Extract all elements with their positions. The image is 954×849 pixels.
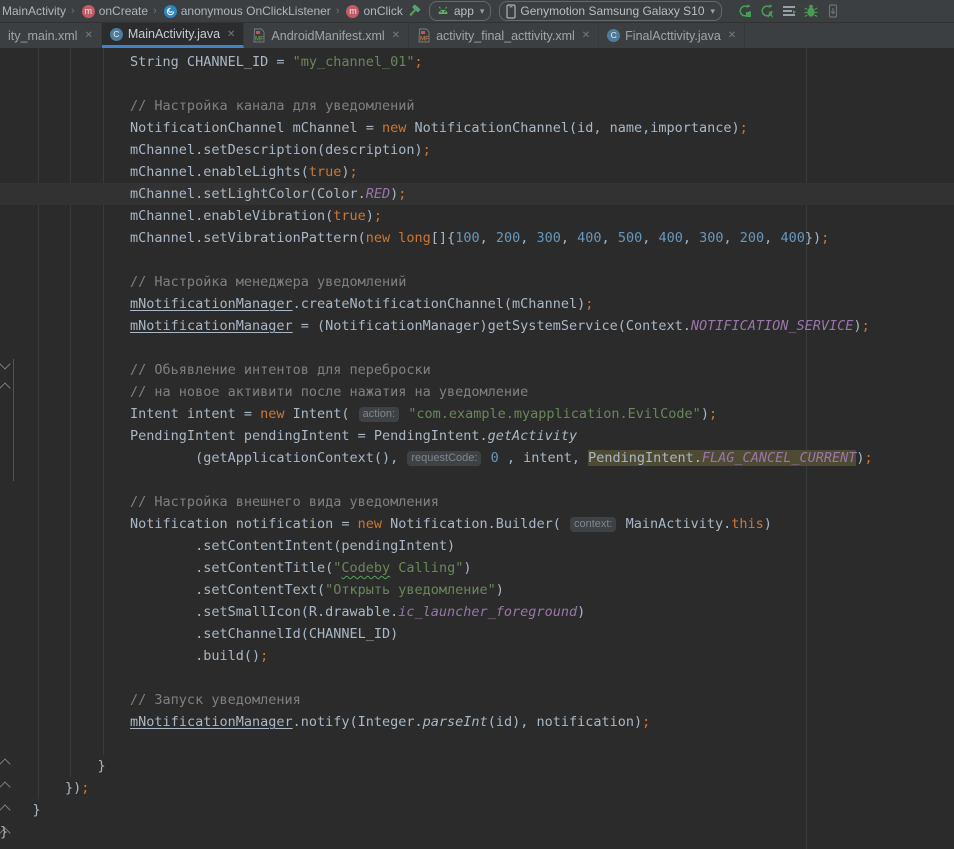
code-line[interactable]: // Настройка менеджера уведомлений [0, 271, 954, 293]
code-line[interactable]: mChannel.setDescription(description); [0, 139, 954, 161]
parameter-hint: context: [570, 517, 617, 532]
toolbar-actions: A [734, 1, 844, 21]
manifest-icon: MF [252, 28, 266, 43]
breadcrumb-separator-icon: › [336, 5, 340, 17]
breadcrumb-label: onCreate [99, 4, 148, 18]
code-line[interactable]: .setSmallIcon(R.drawable.ic_launcher_for… [0, 601, 954, 623]
code-line[interactable]: .build(); [0, 645, 954, 667]
code-line[interactable] [0, 73, 954, 95]
apply-code-changes-button[interactable]: A [756, 1, 778, 21]
build-hammer-icon[interactable] [403, 1, 425, 21]
class-icon: C [110, 28, 123, 41]
code-line[interactable]: } [0, 799, 954, 821]
chevron-down-icon: ▾ [480, 6, 485, 17]
code-line[interactable]: mChannel.setVibrationPattern(new long[]{… [0, 227, 954, 249]
breadcrumb-item-onclick[interactable]: m onClick [344, 4, 402, 18]
tab-close-icon[interactable]: ✕ [392, 30, 400, 41]
code-line[interactable]: mNotificationManager.createNotificationC… [0, 293, 954, 315]
parameter-hint: action: [359, 407, 399, 422]
code-line[interactable]: mChannel.setLightColor(Color.RED); [0, 183, 954, 205]
code-line[interactable]: // Обьявление интентов для переброски [0, 359, 954, 381]
code-line[interactable]: mChannel.enableLights(true); [0, 161, 954, 183]
tab-close-icon[interactable]: ✕ [227, 29, 235, 40]
tab-close-icon[interactable]: ✕ [582, 30, 590, 41]
xml-file-icon: MF [417, 28, 431, 43]
manifest-icon: MF [252, 28, 266, 43]
code-line[interactable]: Notification notification = new Notifica… [0, 513, 954, 535]
main-toolbar: MainActivity › m onCreate › anonymous OnClick… [0, 0, 954, 23]
tab-activity_final_acttivity-xml[interactable]: MF activity_final_acttivity.xml ✕ [409, 23, 599, 48]
run-config-label: app [454, 4, 474, 18]
code-line[interactable]: // Запуск уведомления [0, 689, 954, 711]
parameter-hint: requestCode: [407, 451, 481, 466]
code-line[interactable]: .setContentTitle("Codeby Calling") [0, 557, 954, 579]
tab-label: MainActivity.java [128, 27, 220, 41]
apply-changes-button[interactable] [734, 1, 756, 21]
tab-close-icon[interactable]: ✕ [728, 30, 736, 41]
device-selector-label: Genymotion Samsung Galaxy S10 [520, 4, 704, 18]
code-line[interactable]: PendingIntent pendingIntent = PendingInt… [0, 425, 954, 447]
editor-tab-bar: ity_main.xml ✕ C MainActivity.java ✕ MF Androi… [0, 23, 954, 48]
code-line[interactable]: .setChannelId(CHANNEL_ID) [0, 623, 954, 645]
tab-finalacttivity-java[interactable]: C FinalActtivity.java ✕ [599, 23, 745, 48]
code-line[interactable]: NotificationChannel mChannel = new Notif… [0, 117, 954, 139]
tab-label: AndroidManifest.xml [271, 29, 384, 43]
breadcrumb-label: onClick [363, 4, 402, 18]
tab-label: FinalActtivity.java [625, 29, 721, 43]
code-line[interactable]: .setContentIntent(pendingIntent) [0, 535, 954, 557]
code-line[interactable]: // Настройка канала для уведомлений [0, 95, 954, 117]
breadcrumb-item-anonymous-onclicklistener[interactable]: anonymous OnClickListener [162, 4, 331, 18]
code-line[interactable] [0, 667, 954, 689]
android-icon [436, 5, 450, 17]
code-line[interactable]: }); [0, 777, 954, 799]
breadcrumb-label: anonymous OnClickListener [181, 4, 331, 18]
breadcrumb-label: MainActivity [2, 4, 66, 18]
code-area[interactable]: String CHANNEL_ID = "my_channel_01"; // … [0, 48, 954, 843]
breadcrumb-separator-icon: › [153, 5, 157, 17]
breadcrumb: MainActivity › m onCreate › anonymous OnClick… [0, 0, 403, 22]
tab-androidmanifest-xml[interactable]: MF AndroidManifest.xml ✕ [244, 23, 409, 48]
tab-label: activity_final_acttivity.xml [436, 29, 575, 43]
run-config-selector[interactable]: app ▾ [429, 1, 492, 21]
device-selector[interactable]: Genymotion Samsung Galaxy S10 ▾ [499, 1, 722, 21]
code-line[interactable] [0, 249, 954, 271]
code-line[interactable]: mNotificationManager.notify(Integer.pars… [0, 711, 954, 733]
code-line[interactable] [0, 469, 954, 491]
code-line[interactable]: // на новое активити после нажатия на ув… [0, 381, 954, 403]
code-line[interactable]: String CHANNEL_ID = "my_channel_01"; [0, 51, 954, 73]
code-line[interactable]: // Настройка внешнего вида уведомления [0, 491, 954, 513]
code-line[interactable]: mNotificationManager = (NotificationMana… [0, 315, 954, 337]
code-line[interactable]: (getApplicationContext(), requestCode: 0… [0, 447, 954, 469]
class-icon: C [110, 28, 123, 41]
tab-label: ity_main.xml [8, 29, 77, 43]
code-line[interactable] [0, 337, 954, 359]
anonymous-class-icon [164, 5, 177, 18]
tab-mainactivity-java[interactable]: C MainActivity.java ✕ [102, 23, 245, 48]
code-line[interactable] [0, 733, 954, 755]
profiler-button[interactable] [778, 1, 800, 21]
class-icon: C [607, 29, 620, 42]
code-line[interactable]: .setContentText("Открыть уведомление") [0, 579, 954, 601]
svg-text:MF: MF [420, 36, 429, 43]
breadcrumb-item-oncreate[interactable]: m onCreate [80, 4, 148, 18]
method-icon: m [82, 5, 95, 18]
code-line[interactable]: Intent intent = new Intent( action: "com… [0, 403, 954, 425]
code-line[interactable]: mChannel.enableVibration(true); [0, 205, 954, 227]
svg-text:MF: MF [255, 36, 264, 43]
method-icon: m [346, 5, 359, 18]
code-line[interactable]: } [0, 821, 954, 843]
class-icon: C [607, 29, 620, 42]
xml-file-icon: MF [417, 28, 431, 43]
phone-icon [506, 4, 516, 19]
tab-ity_main-xml[interactable]: ity_main.xml ✕ [0, 23, 102, 48]
breadcrumb-separator-icon: › [71, 5, 75, 17]
breadcrumb-item-mainactivity[interactable]: MainActivity [2, 4, 66, 18]
debug-button[interactable] [800, 1, 822, 21]
svg-text:A: A [767, 11, 773, 20]
code-line[interactable]: } [0, 755, 954, 777]
attach-debugger-button[interactable] [822, 1, 844, 21]
tab-close-icon[interactable]: ✕ [84, 30, 92, 41]
code-editor[interactable]: String CHANNEL_ID = "my_channel_01"; // … [0, 48, 954, 849]
chevron-down-icon: ▾ [711, 6, 716, 17]
